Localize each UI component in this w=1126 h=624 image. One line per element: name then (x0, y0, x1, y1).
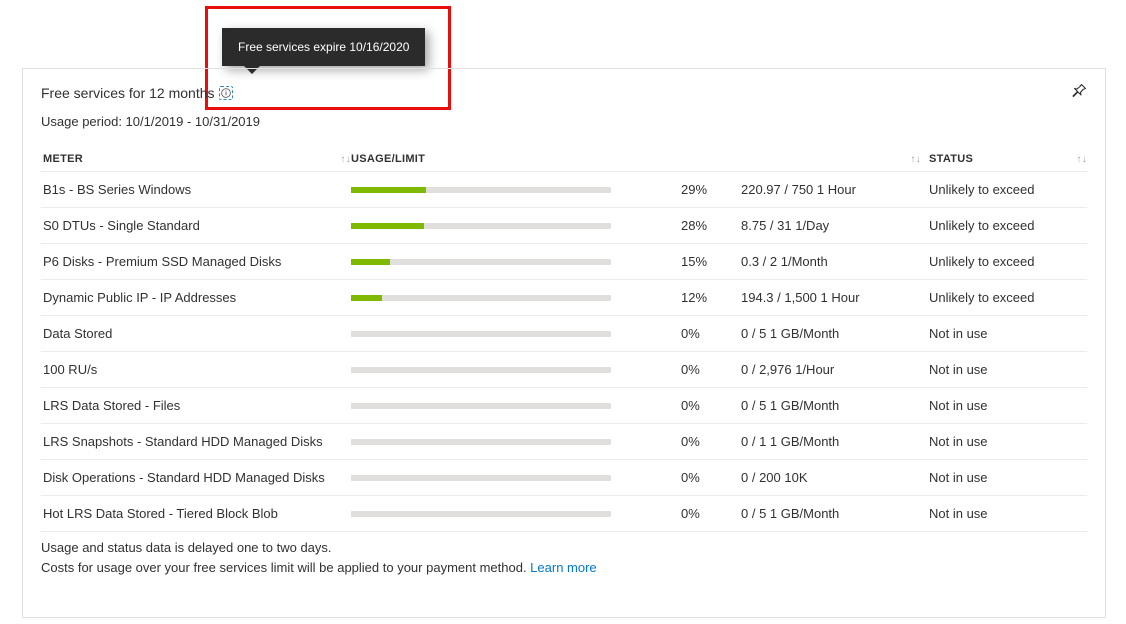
cell-limit: 220.97 / 750 1 Hour (741, 182, 921, 197)
cell-meter: LRS Snapshots - Standard HDD Managed Dis… (41, 434, 351, 449)
cell-status: Unlikely to exceed (921, 218, 1087, 233)
cell-meter: Disk Operations - Standard HDD Managed D… (41, 470, 351, 485)
table-body[interactable]: B1s - BS Series Windows 29%220.97 / 750 1… (41, 171, 1087, 532)
cell-pct: 0% (681, 362, 741, 377)
cell-meter: 100 RU/s (41, 362, 351, 377)
cell-limit: 8.75 / 31 1/Day (741, 218, 921, 233)
cell-meter: LRS Data Stored - Files (41, 398, 351, 413)
table-row: 100 RU/s 0%0 / 2,976 1/HourNot in use (41, 352, 1087, 388)
cell-status: Not in use (921, 398, 1087, 413)
cell-pct: 0% (681, 326, 741, 341)
cell-status: Unlikely to exceed (921, 254, 1087, 269)
cell-meter: P6 Disks - Premium SSD Managed Disks (41, 254, 351, 269)
table-headers: METER ↑↓ USAGE/LIMIT ↑↓ STATUS ↑↓ (41, 147, 1087, 171)
table-row: P6 Disks - Premium SSD Managed Disks 15%0… (41, 244, 1087, 280)
table-row: Dynamic Public IP - IP Addresses 12%194.3… (41, 280, 1087, 316)
cell-meter: S0 DTUs - Single Standard (41, 218, 351, 233)
cell-pct: 12% (681, 290, 741, 305)
cell-usage-bar (351, 403, 681, 409)
column-header-usage-limit[interactable]: USAGE/LIMIT (351, 153, 681, 165)
table-row: Disk Operations - Standard HDD Managed D… (41, 460, 1087, 496)
cell-usage-bar (351, 259, 681, 265)
table-row: Data Stored 0%0 / 5 1 GB/MonthNot in use (41, 316, 1087, 352)
cell-pct: 15% (681, 254, 741, 269)
cell-status: Not in use (921, 326, 1087, 341)
footer-text: Usage and status data is delayed one to … (41, 538, 1087, 577)
cell-pct: 0% (681, 398, 741, 413)
cell-status: Not in use (921, 506, 1087, 521)
table-row: Hot LRS Data Stored - Tiered Block Blob 0… (41, 496, 1087, 532)
info-tooltip-text: Free services expire 10/16/2020 (238, 40, 409, 54)
cell-usage-bar (351, 187, 681, 193)
cell-usage-bar (351, 223, 681, 229)
cell-meter: Hot LRS Data Stored - Tiered Block Blob (41, 506, 351, 521)
cell-usage-bar (351, 367, 681, 373)
table-row: S0 DTUs - Single Standard 28%8.75 / 31 1/… (41, 208, 1087, 244)
info-tooltip: Free services expire 10/16/2020 (222, 28, 425, 66)
sort-icon: ↑↓ (1076, 154, 1087, 165)
footer-line2: Costs for usage over your free services … (41, 558, 1087, 578)
cell-usage-bar (351, 475, 681, 481)
learn-more-link[interactable]: Learn more (530, 560, 596, 575)
footer-line1: Usage and status data is delayed one to … (41, 538, 1087, 558)
cell-pct: 0% (681, 506, 741, 521)
usage-period-label: Usage period: 10/1/2019 - 10/31/2019 (41, 114, 1087, 129)
cell-status: Not in use (921, 470, 1087, 485)
cell-pct: 29% (681, 182, 741, 197)
table-row: LRS Data Stored - Files 0%0 / 5 1 GB/Mont… (41, 388, 1087, 424)
free-services-panel: Free services for 12 months Usage period… (22, 68, 1106, 618)
column-header-limit[interactable]: ↑↓ (741, 154, 921, 165)
cell-limit: 0 / 1 1 GB/Month (741, 434, 921, 449)
cell-usage-bar (351, 331, 681, 337)
cell-meter: Data Stored (41, 326, 351, 341)
cell-limit: 0 / 5 1 GB/Month (741, 326, 921, 341)
cell-limit: 0 / 5 1 GB/Month (741, 506, 921, 521)
table-row: LRS Snapshots - Standard HDD Managed Dis… (41, 424, 1087, 460)
cell-pct: 0% (681, 470, 741, 485)
cell-status: Not in use (921, 362, 1087, 377)
sort-icon: ↑↓ (910, 154, 921, 165)
cell-status: Unlikely to exceed (921, 290, 1087, 305)
cell-limit: 0 / 200 10K (741, 470, 921, 485)
column-header-meter[interactable]: METER ↑↓ (41, 153, 351, 165)
cell-limit: 194.3 / 1,500 1 Hour (741, 290, 921, 305)
column-header-status[interactable]: STATUS ↑↓ (921, 153, 1087, 165)
cell-meter: B1s - BS Series Windows (41, 182, 351, 197)
cell-usage-bar (351, 439, 681, 445)
cell-usage-bar (351, 295, 681, 301)
sort-icon: ↑↓ (340, 154, 351, 165)
panel-title: Free services for 12 months (41, 85, 215, 101)
info-icon[interactable] (219, 86, 233, 100)
table-row: B1s - BS Series Windows 29%220.97 / 750 1… (41, 172, 1087, 208)
cell-pct: 0% (681, 434, 741, 449)
cell-usage-bar (351, 511, 681, 517)
panel-title-row: Free services for 12 months (41, 83, 1087, 102)
cell-limit: 0 / 5 1 GB/Month (741, 398, 921, 413)
cell-limit: 0 / 2,976 1/Hour (741, 362, 921, 377)
cell-limit: 0.3 / 2 1/Month (741, 254, 921, 269)
cell-status: Not in use (921, 434, 1087, 449)
pin-icon[interactable] (1071, 83, 1087, 102)
cell-pct: 28% (681, 218, 741, 233)
cell-status: Unlikely to exceed (921, 182, 1087, 197)
cell-meter: Dynamic Public IP - IP Addresses (41, 290, 351, 305)
